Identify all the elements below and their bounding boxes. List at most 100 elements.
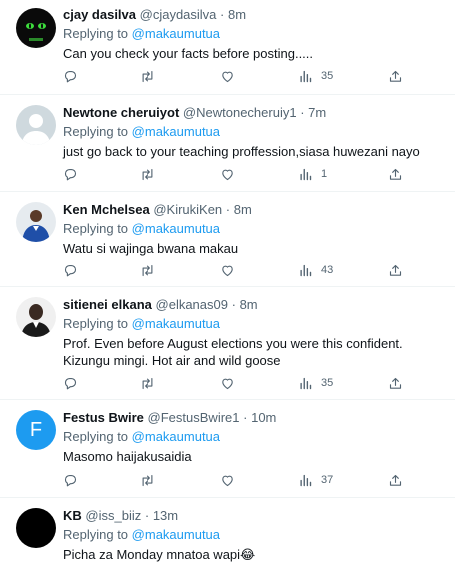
retweet-icon: [142, 377, 153, 389]
reply-button[interactable]: [63, 261, 78, 279]
retweet-icon: [142, 474, 153, 486]
retweet-button[interactable]: [140, 165, 155, 183]
avatar[interactable]: [16, 8, 56, 48]
tweet-text: Watu si wajinga bwana makau: [63, 241, 239, 256]
tweet[interactable]: sitienei elkana @elkanas09 · 8m Replying…: [0, 287, 455, 400]
reply-button[interactable]: [63, 374, 78, 392]
user-handle[interactable]: @Newtonecheruiy1: [183, 105, 297, 120]
timestamp[interactable]: 13m: [153, 508, 178, 523]
tweet-actions: 43: [63, 261, 403, 279]
tweet[interactable]: Ken Mchelsea @KirukiKen · 8m Replying to…: [0, 192, 455, 287]
avatar[interactable]: [16, 202, 56, 242]
tweet-text: just go back to your teaching proffessio…: [63, 144, 420, 159]
cat-avatar-icon: [26, 23, 46, 41]
views-icon: [300, 168, 312, 180]
timestamp[interactable]: 8m: [228, 7, 246, 22]
views-button[interactable]: 35: [298, 67, 333, 85]
mention-link[interactable]: @makaumutua: [132, 124, 220, 139]
tweet-actions: 35: [63, 67, 403, 85]
views-count: 37: [321, 474, 334, 486]
replying-label: Replying to: [63, 124, 129, 139]
mention-link[interactable]: @makaumutua: [132, 221, 220, 236]
user-handle[interactable]: @elkanas09: [156, 297, 228, 312]
timestamp[interactable]: 8m: [240, 297, 258, 312]
heart-icon: [222, 378, 233, 389]
share-button[interactable]: [388, 374, 403, 392]
share-button[interactable]: [388, 67, 403, 85]
tweet[interactable]: cjay dasilva @cjaydasilva · 8m Replying …: [0, 0, 455, 95]
share-button[interactable]: [388, 471, 403, 489]
views-icon: [300, 474, 312, 486]
tweet-header: cjay dasilva @cjaydasilva · 8m: [63, 6, 445, 23]
user-handle[interactable]: @iss_biiz: [85, 508, 141, 523]
reply-icon: [64, 377, 77, 389]
reply-button[interactable]: [63, 165, 78, 183]
display-name[interactable]: Newtone cheruiyot: [63, 105, 179, 120]
replying-label: Replying to: [63, 316, 129, 331]
timestamp[interactable]: 10m: [251, 410, 276, 425]
default-user-icon: [22, 114, 50, 145]
avatar[interactable]: F: [16, 410, 56, 450]
reply-icon: [64, 168, 77, 180]
share-icon: [389, 474, 402, 486]
tweet-text: Prof. Even before August elections you w…: [63, 336, 403, 368]
views-button[interactable]: 1: [298, 165, 327, 183]
mention-link[interactable]: @makaumutua: [132, 527, 220, 542]
display-name[interactable]: cjay dasilva: [63, 7, 136, 22]
display-name[interactable]: KB: [63, 508, 82, 523]
mention-link[interactable]: @makaumutua: [132, 316, 220, 331]
retweet-button[interactable]: [140, 261, 155, 279]
like-button[interactable]: [220, 67, 235, 85]
timestamp[interactable]: 8m: [234, 202, 252, 217]
replying-to: Replying to @makaumutua: [63, 428, 445, 445]
reply-button[interactable]: [63, 471, 78, 489]
tweet[interactable]: KB @iss_biiz · 13m Replying to @makaumut…: [0, 498, 455, 562]
avatar[interactable]: [16, 297, 56, 337]
tweet[interactable]: F Festus Bwire @FestusBwire1 · 10m Reply…: [0, 400, 455, 498]
retweet-button[interactable]: [140, 471, 155, 489]
separator-dot: ·: [220, 7, 225, 22]
views-button[interactable]: 35: [298, 374, 333, 392]
views-count: 35: [321, 70, 334, 82]
share-icon: [389, 70, 402, 82]
mention-link[interactable]: @makaumutua: [132, 429, 220, 444]
reply-button[interactable]: [63, 67, 78, 85]
replying-to: Replying to @makaumutua: [63, 25, 445, 42]
avatar[interactable]: [16, 105, 56, 145]
reply-icon: [64, 70, 77, 82]
separator-dot: ·: [243, 410, 248, 425]
like-button[interactable]: [220, 471, 235, 489]
views-button[interactable]: 37: [298, 471, 333, 489]
user-handle[interactable]: @FestusBwire1: [148, 410, 240, 425]
user-handle[interactable]: @cjaydasilva: [140, 7, 217, 22]
replying-label: Replying to: [63, 429, 129, 444]
separator-dot: ·: [300, 105, 305, 120]
share-button[interactable]: [388, 261, 403, 279]
mention-link[interactable]: @makaumutua: [132, 26, 220, 41]
display-name[interactable]: Ken Mchelsea: [63, 202, 150, 217]
display-name[interactable]: Festus Bwire: [63, 410, 144, 425]
views-count: 43: [321, 264, 334, 276]
display-name[interactable]: sitienei elkana: [63, 297, 152, 312]
like-button[interactable]: [220, 165, 235, 183]
tweet-header: Festus Bwire @FestusBwire1 · 10m: [63, 409, 445, 426]
avatar[interactable]: [16, 508, 56, 548]
like-button[interactable]: [220, 374, 235, 392]
retweet-button[interactable]: [140, 374, 155, 392]
views-button[interactable]: 43: [298, 261, 333, 279]
timestamp[interactable]: 7m: [308, 105, 326, 120]
tweet[interactable]: Newtone cheruiyot @Newtonecheruiy1 · 7m …: [0, 95, 455, 192]
replying-to: Replying to @makaumutua: [63, 315, 445, 332]
replying-to: Replying to @makaumutua: [63, 220, 445, 237]
share-button[interactable]: [388, 165, 403, 183]
tweet-text: Picha za Monday mnatoa wapi😂: [63, 547, 256, 562]
tweet-actions: 37: [63, 471, 403, 489]
heart-icon: [222, 169, 233, 180]
retweet-button[interactable]: [140, 67, 155, 85]
user-handle[interactable]: @KirukiKen: [153, 202, 222, 217]
like-button[interactable]: [220, 261, 235, 279]
tweet-text: Masomo haijakusaidia: [63, 449, 192, 464]
tweet-header: KB @iss_biiz · 13m: [63, 507, 445, 524]
tweet-header: Newtone cheruiyot @Newtonecheruiy1 · 7m: [63, 104, 445, 121]
views-icon: [300, 377, 312, 389]
